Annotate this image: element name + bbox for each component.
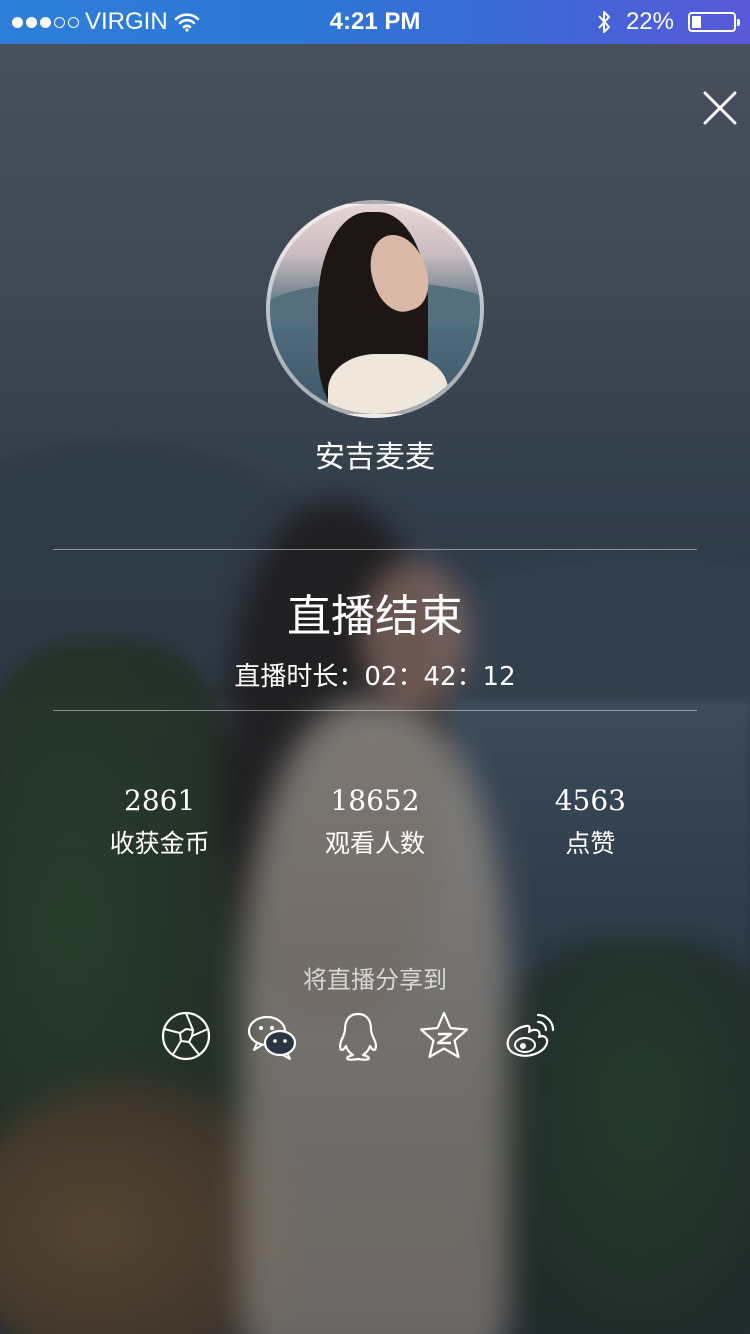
wifi-icon	[174, 13, 199, 32]
share-wechat-button[interactable]	[246, 1008, 298, 1064]
stat-likes: 4563 点赞	[483, 784, 698, 864]
share-targets	[160, 1008, 556, 1064]
stat-coins: 2861 收获金币	[52, 784, 267, 864]
stats-row: 2861 收获金币 18652 观看人数 4563 点赞	[52, 784, 698, 864]
stat-viewers-value: 18652	[330, 784, 420, 817]
weibo-icon	[506, 1013, 555, 1057]
divider-top	[53, 549, 697, 550]
stat-likes-label: 点赞	[565, 829, 616, 858]
carrier-name: VIRGIN	[85, 8, 168, 35]
duration-value: 02：42：12	[364, 662, 516, 692]
stat-viewers-label: 观看人数	[324, 829, 425, 858]
stat-coins-value: 2861	[124, 784, 196, 817]
share-moments-button[interactable]	[160, 1008, 212, 1064]
close-icon	[703, 91, 737, 125]
qzone-icon	[419, 1011, 469, 1059]
avatar[interactable]	[266, 200, 484, 418]
status-bar: VIRGIN 4:21 PM 22%	[0, 0, 750, 44]
wechat-icon	[247, 1015, 297, 1060]
live-ended-title: 直播结束	[287, 591, 463, 642]
battery-percent: 22%	[625, 8, 674, 35]
live-duration: 直播时长：02：42：12	[0, 656, 750, 693]
bluetooth-icon	[598, 11, 610, 33]
username: 安吉麦麦	[315, 440, 435, 475]
duration-label: 直播时长：	[234, 662, 365, 692]
moments-icon	[161, 1011, 211, 1061]
divider-bottom	[53, 710, 697, 711]
close-button[interactable]	[700, 88, 740, 128]
share-title: 将直播分享到	[303, 966, 447, 994]
stat-coins-label: 收获金币	[109, 829, 210, 858]
share-qq-button[interactable]	[332, 1008, 384, 1064]
qq-icon	[339, 1012, 377, 1061]
stat-viewers: 18652 观看人数	[267, 784, 482, 864]
share-weibo-button[interactable]	[504, 1008, 556, 1064]
stat-likes-value: 4563	[554, 784, 626, 817]
battery-icon	[688, 12, 740, 32]
signal-strength-icon	[12, 16, 79, 28]
share-qzone-button[interactable]	[418, 1008, 470, 1064]
